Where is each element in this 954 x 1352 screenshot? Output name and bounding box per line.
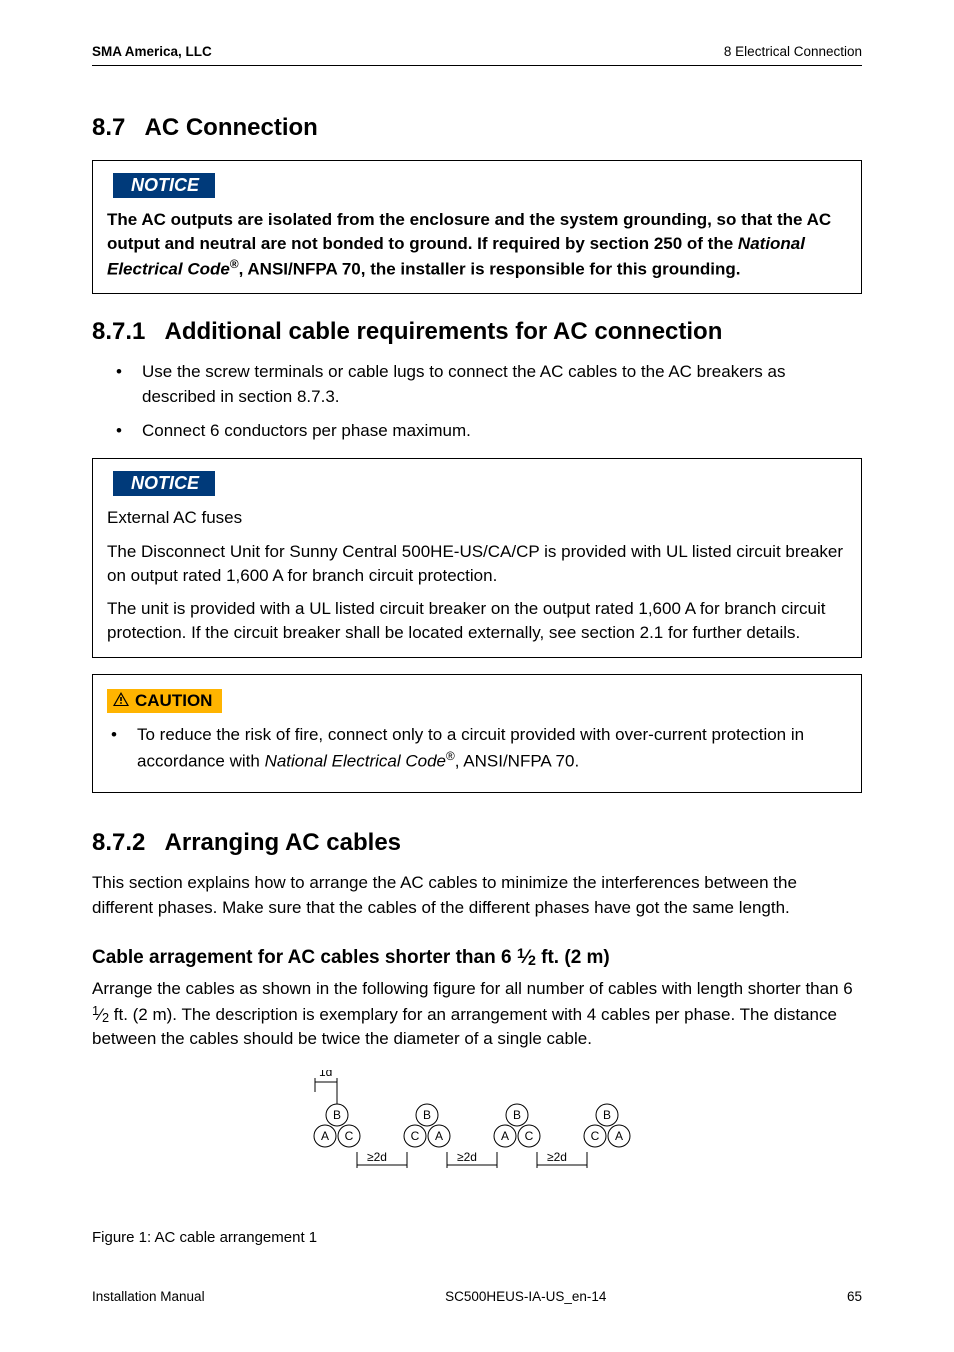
dim-2d: ≥2d: [547, 1150, 567, 1164]
svg-text:A: A: [321, 1129, 329, 1143]
caution-list: To reduce the risk of fire, connect only…: [111, 723, 847, 774]
section-8-7-2-heading: 8.7.2 Arranging AC cables: [92, 829, 862, 857]
header-left: SMA America, LLC: [92, 44, 212, 59]
list-item: Use the screw terminals or cable lugs to…: [116, 360, 862, 409]
svg-text:C: C: [411, 1129, 420, 1143]
caution-box: CAUTION To reduce the risk of fire, conn…: [92, 674, 862, 793]
header-right: 8 Electrical Connection: [724, 44, 862, 59]
svg-text:A: A: [501, 1129, 509, 1143]
figure-caption: Figure 1: AC cable arrangement 1: [92, 1229, 862, 1246]
section-title-text: AC Connection: [145, 114, 318, 141]
list-item: Connect 6 conductors per phase maximum.: [116, 419, 862, 444]
page-footer: Installation Manual SC500HEUS-IA-US_en-1…: [92, 1289, 862, 1304]
subsection-number: 8.7.1: [92, 318, 145, 345]
notice-box-1: NOTICE The AC outputs are isolated from …: [92, 160, 862, 294]
requirements-list: Use the screw terminals or cable lugs to…: [116, 360, 862, 444]
svg-text:B: B: [333, 1108, 341, 1122]
svg-text:C: C: [591, 1129, 600, 1143]
page-header: SMA America, LLC 8 Electrical Connection: [92, 44, 862, 59]
caution-tag: CAUTION: [107, 689, 222, 713]
footer-mid: SC500HEUS-IA-US_en-14: [445, 1289, 606, 1304]
dim-2d: ≥2d: [367, 1150, 387, 1164]
notice-tag: NOTICE: [113, 471, 215, 496]
section-8-7-heading: 8.7 AC Connection: [92, 114, 862, 142]
section-8-7-2-intro: This section explains how to arrange the…: [92, 871, 862, 920]
subsection-title-text: Additional cable requirements for AC con…: [165, 318, 723, 345]
cable-arrangement-diagram: 1d BACBCABACBCA ≥2d ≥2d ≥2d: [297, 1070, 657, 1190]
section-number: 8.7: [92, 114, 125, 141]
notice-2-line2: The Disconnect Unit for Sunny Central 50…: [107, 540, 847, 588]
svg-text:C: C: [345, 1129, 354, 1143]
svg-text:B: B: [423, 1108, 431, 1122]
warning-icon: [113, 692, 129, 709]
svg-text:A: A: [615, 1129, 623, 1143]
dim-2d: ≥2d: [457, 1150, 477, 1164]
list-item: To reduce the risk of fire, connect only…: [111, 723, 847, 774]
header-rule: [92, 65, 862, 66]
notice-tag: NOTICE: [113, 173, 215, 198]
notice-box-2: NOTICE External AC fuses The Disconnect …: [92, 458, 862, 658]
subsection-number: 8.7.2: [92, 829, 145, 856]
section-8-7-1-heading: 8.7.1 Additional cable requirements for …: [92, 318, 862, 346]
subsection-title-text: Arranging AC cables: [165, 829, 402, 856]
cable-arrangement-heading: Cable arragement for AC cables shorter t…: [92, 946, 862, 969]
figure-1: 1d BACBCABACBCA ≥2d ≥2d ≥2d: [92, 1070, 862, 1195]
svg-text:A: A: [435, 1129, 443, 1143]
svg-text:C: C: [525, 1129, 534, 1143]
svg-text:B: B: [513, 1108, 521, 1122]
notice-1-text: The AC outputs are isolated from the enc…: [107, 208, 847, 281]
dim-1d: 1d: [319, 1070, 332, 1079]
footer-left: Installation Manual: [92, 1289, 205, 1304]
svg-text:B: B: [603, 1108, 611, 1122]
notice-2-line3: The unit is provided with a UL listed ci…: [107, 597, 847, 645]
arrange-paragraph: Arrange the cables as shown in the follo…: [92, 977, 862, 1052]
notice-2-line1: External AC fuses: [107, 506, 847, 530]
footer-page-number: 65: [847, 1289, 862, 1304]
